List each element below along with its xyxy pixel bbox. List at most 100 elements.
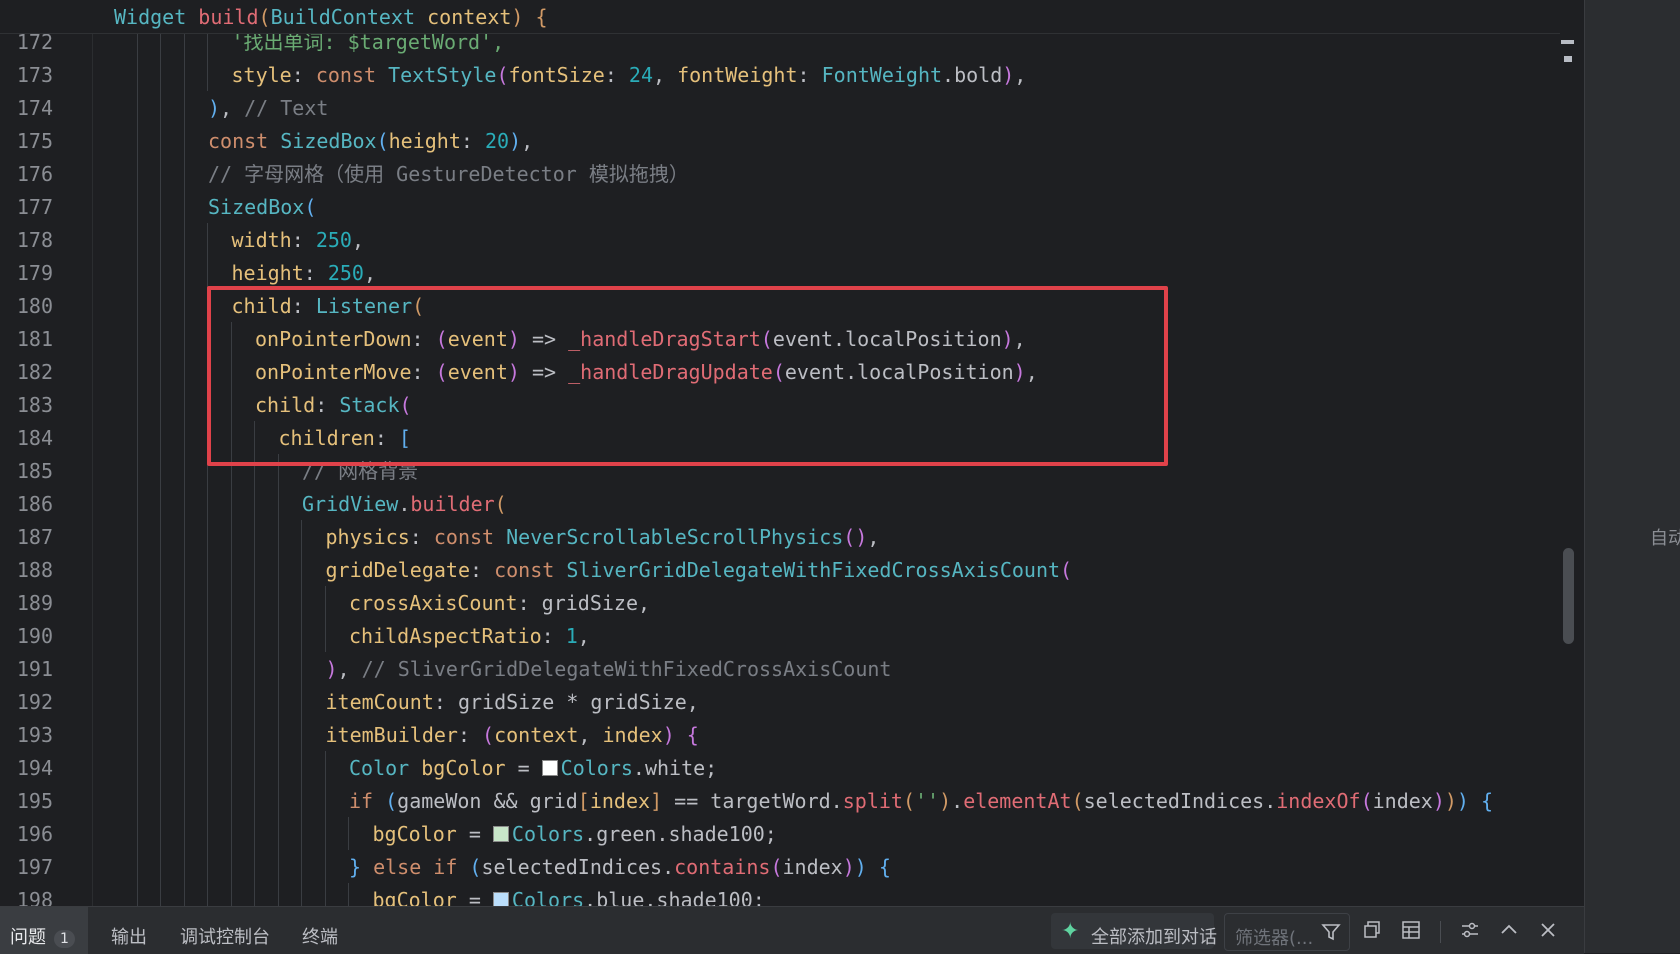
indent-guide (207, 652, 208, 685)
right-side-pane (1584, 0, 1680, 953)
code-line[interactable]: 177 SizedBox( (0, 190, 1560, 223)
scrollbar-track[interactable] (1560, 0, 1584, 906)
code-line[interactable]: 186 GridView.builder( (0, 487, 1560, 520)
line-number: 174 (16, 96, 53, 120)
indent-guide (136, 454, 138, 487)
indent-guide (160, 553, 161, 586)
indent-guide (160, 190, 161, 223)
indent-guide (277, 850, 279, 883)
code-line[interactable]: 178 width: 250, (0, 223, 1560, 256)
indent-guide (230, 487, 232, 520)
code-line[interactable]: 194 Color bgColor = Colors.white; (0, 751, 1560, 784)
color-swatch[interactable] (541, 760, 558, 776)
code-line[interactable]: 195 if (gameWon && grid[index] == targetW… (0, 784, 1560, 817)
indent-guide (207, 619, 208, 652)
line-number: 190 (16, 624, 53, 648)
code-line[interactable]: 196 bgColor = Colors.green.shade100; (0, 817, 1560, 850)
code-line[interactable]: 175 const SizedBox(height: 20), (0, 124, 1560, 157)
code-text: '找出单词: $targetWord', (231, 30, 505, 54)
indent-guide (160, 817, 161, 850)
filter-icon[interactable] (1321, 922, 1341, 942)
indent-guide (160, 58, 161, 91)
code-line[interactable]: 179 height: 250, (0, 256, 1560, 289)
color-swatch[interactable] (492, 826, 509, 842)
code-line[interactable]: 173 style: const TextStyle(fontSize: 24, … (0, 58, 1560, 91)
code-line[interactable]: 176 // 字母网格（使用 GestureDetector 模拟拖拽） (0, 157, 1560, 190)
indent-guide (277, 520, 279, 553)
code-line[interactable]: 174), // Text (0, 91, 1560, 124)
sticky-scroll-header[interactable]: Widget build(BuildContext context) { (0, 0, 1560, 34)
indent-guide (324, 784, 326, 817)
indent-guide (230, 817, 232, 850)
line-number: 179 (16, 261, 53, 285)
indent-guide (207, 553, 208, 586)
indent-guide (324, 586, 326, 619)
line-number: 198 (16, 888, 53, 906)
line-number: 186 (16, 492, 53, 516)
indent-guide (183, 553, 185, 586)
indent-guide (254, 652, 255, 685)
tab-debug-console[interactable]: 调试控制台 (180, 923, 270, 949)
indent-guide (160, 124, 161, 157)
settings-sliders-icon[interactable] (1460, 920, 1480, 940)
indent-guide (160, 223, 161, 256)
code-line[interactable]: 187 physics: const NeverScrollableScrollP… (0, 520, 1560, 553)
indent-guide (301, 817, 302, 850)
indent-guide (207, 58, 208, 91)
indent-guide (324, 817, 326, 850)
copy-icon[interactable] (1362, 920, 1382, 940)
indent-guide (301, 520, 302, 553)
indent-guide (207, 487, 208, 520)
indent-guide (136, 190, 138, 223)
code-line[interactable]: 192 itemCount: gridSize * gridSize, (0, 685, 1560, 718)
code-line[interactable]: 190 childAspectRatio: 1, (0, 619, 1560, 652)
code-line[interactable]: 198 bgColor = Colors.blue.shade100; (0, 883, 1560, 906)
code-line[interactable]: 197 } else if (selectedIndices.contains(i… (0, 850, 1560, 883)
indent-guide (183, 421, 185, 454)
indent-guide (324, 619, 326, 652)
indent-guide (136, 718, 138, 751)
indent-guide (136, 685, 138, 718)
code-line[interactable]: 191), // SliverGridDelegateWithFixedCros… (0, 652, 1560, 685)
color-swatch[interactable] (492, 892, 509, 906)
indent-guide (207, 850, 208, 883)
code-line[interactable]: 189 crossAxisCount: gridSize, (0, 586, 1560, 619)
indent-guide (277, 685, 279, 718)
indent-guide (254, 718, 255, 751)
filter-input[interactable]: 筛选器(... (1224, 913, 1350, 951)
line-number: 184 (16, 426, 53, 450)
code-text: ), // SliverGridDelegateWithFixedCrossAx… (325, 657, 892, 681)
indent-guide (301, 784, 302, 817)
indent-guide (230, 784, 232, 817)
indent-guide (254, 685, 255, 718)
line-number: 193 (16, 723, 53, 747)
line-number: 185 (16, 459, 53, 483)
code-editor[interactable]: 172 '找出单词: $targetWord', 173 style: const T… (0, 0, 1584, 906)
code-text: // 字母网格（使用 GestureDetector 模拟拖拽） (208, 162, 689, 186)
code-text: physics: const NeverScrollableScrollPhys… (325, 525, 880, 549)
add-all-to-chat-button[interactable]: ✦ 全部添加到对话 (1051, 913, 1217, 949)
bottom-panel: 问题 1 输出 调试控制台 终端 ✦ 全部添加到对话 筛选器(... (0, 906, 1584, 954)
table-view-icon[interactable] (1401, 920, 1421, 940)
highlight-box (207, 286, 1168, 466)
tab-terminal[interactable]: 终端 (302, 923, 338, 949)
indent-guide (230, 553, 232, 586)
code-text: bgColor = Colors.green.shade100; (372, 822, 777, 846)
indent-guide (207, 223, 208, 256)
indent-guide (136, 223, 138, 256)
indent-guide (160, 355, 161, 388)
code-text: SizedBox( (208, 195, 317, 219)
tab-problems[interactable]: 问题 1 (10, 923, 75, 949)
line-number: 187 (16, 525, 53, 549)
scrollbar-thumb[interactable] (1563, 548, 1574, 644)
code-text: } else if (selectedIndices.contains(inde… (349, 855, 891, 879)
indent-guide (277, 553, 279, 586)
code-line[interactable]: 188 gridDelegate: const SliverGridDelegat… (0, 553, 1560, 586)
tab-output[interactable]: 输出 (111, 923, 147, 949)
code-line[interactable]: 193 itemBuilder: (context, index) { (0, 718, 1560, 751)
close-icon[interactable] (1538, 920, 1558, 940)
indent-guide (183, 685, 185, 718)
indent-guide (183, 883, 185, 906)
line-number: 197 (16, 855, 53, 879)
chevron-up-icon[interactable] (1499, 920, 1519, 940)
